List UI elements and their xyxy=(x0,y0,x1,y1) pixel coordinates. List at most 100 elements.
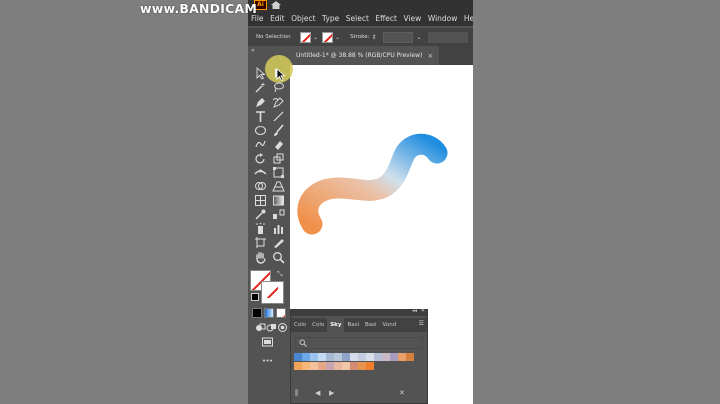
rotate-tool-icon[interactable] xyxy=(254,152,267,165)
swatch-chip[interactable] xyxy=(342,362,350,370)
swatch-chip[interactable] xyxy=(374,353,382,361)
gradient-tool-icon[interactable] xyxy=(272,194,285,207)
free-transform-tool-icon[interactable] xyxy=(272,166,285,179)
swatch-chip[interactable] xyxy=(366,353,374,361)
more-tools-icon[interactable] xyxy=(261,354,274,367)
tab-color[interactable]: Colo xyxy=(291,318,309,332)
swatch-chip[interactable] xyxy=(342,353,350,361)
swatch-chip[interactable] xyxy=(366,362,374,370)
swatch-chip[interactable] xyxy=(310,353,318,361)
stepper-icon[interactable]: ⇕ xyxy=(371,34,376,41)
next-library-icon[interactable]: ▶ xyxy=(329,389,334,397)
menu-object[interactable]: Object xyxy=(291,14,315,23)
swatch-chip[interactable] xyxy=(318,362,326,370)
blend-tool-icon[interactable] xyxy=(272,208,285,221)
ellipse-tool-icon[interactable] xyxy=(254,124,267,137)
menu-effect[interactable]: Effect xyxy=(375,14,397,23)
menu-help[interactable]: Help xyxy=(464,14,473,23)
fill-stroke-indicator: ⤡ xyxy=(250,270,284,304)
menu-type[interactable]: Type xyxy=(322,14,339,23)
draw-inside-icon[interactable] xyxy=(276,321,289,334)
swatch-chip[interactable] xyxy=(334,362,342,370)
close-icon[interactable]: ✕ xyxy=(421,308,425,314)
swap-icon[interactable]: ⤡ xyxy=(277,270,283,279)
tab-sky[interactable]: Sky xyxy=(327,318,345,332)
hand-tool-icon[interactable] xyxy=(254,251,267,264)
type-tool-icon[interactable] xyxy=(254,110,267,123)
fill-swatch[interactable] xyxy=(300,31,311,43)
control-bar-extra xyxy=(427,31,468,43)
swatch-chip[interactable] xyxy=(326,353,334,361)
collapse-panel-icon[interactable]: ◂◂ xyxy=(412,308,417,314)
swatch-chip[interactable] xyxy=(310,362,318,370)
swatch-library-icon[interactable]: ⫼ xyxy=(295,389,298,398)
shape-builder-tool-icon[interactable] xyxy=(254,180,267,193)
menu-edit[interactable]: Edit xyxy=(270,14,285,23)
swatch-chip[interactable] xyxy=(406,353,414,361)
column-graph-tool-icon[interactable] xyxy=(272,222,285,235)
gradient-mode-icon[interactable] xyxy=(264,308,274,318)
stroke-weight-field[interactable] xyxy=(383,31,414,43)
selection-tool-icon[interactable] xyxy=(254,67,267,80)
swatch-chip[interactable] xyxy=(334,353,342,361)
chevron-down-icon[interactable]: ⌄ xyxy=(335,34,340,41)
chevron-down-icon[interactable]: ⌄ xyxy=(416,34,421,41)
scale-tool-icon[interactable] xyxy=(272,152,285,165)
eraser-tool-icon[interactable] xyxy=(272,138,285,151)
close-icon[interactable]: × xyxy=(427,52,433,60)
shaper-tool-icon[interactable] xyxy=(254,138,267,151)
menu-bar: File Edit Object Type Select Effect View… xyxy=(248,11,473,26)
tab-basic-1[interactable]: Basi xyxy=(344,318,362,332)
home-icon[interactable] xyxy=(270,0,282,10)
slice-tool-icon[interactable] xyxy=(272,236,285,249)
none-mode-icon[interactable] xyxy=(276,308,286,318)
mesh-tool-icon[interactable] xyxy=(254,194,267,207)
perspective-grid-tool-icon[interactable] xyxy=(272,180,285,193)
swatch-grid xyxy=(294,353,414,371)
document-tab[interactable]: Untitled-1* @ 38.88 % (RGB/CPU Preview) … xyxy=(290,46,440,65)
swatch-chip[interactable] xyxy=(382,353,390,361)
width-tool-icon[interactable] xyxy=(254,166,267,179)
swatch-search-field[interactable] xyxy=(295,337,423,349)
stroke-swatch[interactable] xyxy=(322,31,334,43)
tab-color-guide[interactable]: Colo xyxy=(309,318,327,332)
swatch-chip[interactable] xyxy=(302,362,310,370)
magic-wand-tool-icon[interactable] xyxy=(254,81,267,94)
stroke-none-swatch[interactable] xyxy=(261,281,284,304)
swatches-panel: ◂◂ ✕ Colo Colo Sky Basi Basi Vond ☰ ⫼ ◀ … xyxy=(290,308,428,404)
swatch-chip[interactable] xyxy=(358,362,366,370)
selection-status: No Selection xyxy=(256,34,291,40)
swatch-chip[interactable] xyxy=(294,353,302,361)
default-colors-icon[interactable] xyxy=(251,293,259,301)
swatch-chip[interactable] xyxy=(294,362,302,370)
swatch-chip[interactable] xyxy=(318,353,326,361)
zoom-tool-icon[interactable] xyxy=(272,251,285,264)
menu-select[interactable]: Select xyxy=(346,14,369,23)
pen-tool-icon[interactable] xyxy=(254,96,267,109)
swatch-chip[interactable] xyxy=(350,362,358,370)
line-segment-tool-icon[interactable] xyxy=(272,110,285,123)
swatch-chip[interactable] xyxy=(302,353,310,361)
panel-menu-icon[interactable]: ☰ xyxy=(419,320,424,327)
chevron-down-icon[interactable]: ⌄ xyxy=(313,34,318,41)
artboard-tool-icon[interactable] xyxy=(254,236,267,249)
symbol-sprayer-tool-icon[interactable] xyxy=(254,222,267,235)
search-icon xyxy=(299,339,307,347)
load-swatches-icon[interactable]: ✕ xyxy=(399,389,405,397)
lasso-tool-icon[interactable] xyxy=(272,81,285,94)
screen-mode-icon[interactable] xyxy=(261,336,274,349)
tab-vond[interactable]: Vond xyxy=(380,318,400,332)
tab-basic-2[interactable]: Basi xyxy=(362,318,380,332)
curvature-tool-icon[interactable] xyxy=(272,96,285,109)
swatch-chip[interactable] xyxy=(350,353,358,361)
menu-window[interactable]: Window xyxy=(428,14,458,23)
menu-view[interactable]: View xyxy=(404,14,422,23)
eyedropper-tool-icon[interactable] xyxy=(254,208,267,221)
swatch-chip[interactable] xyxy=(326,362,334,370)
swatch-chip[interactable] xyxy=(358,353,366,361)
previous-library-icon[interactable]: ◀ xyxy=(315,389,320,397)
paintbrush-tool-icon[interactable] xyxy=(272,124,285,137)
swatch-chip[interactable] xyxy=(398,353,406,361)
color-mode-icon[interactable] xyxy=(252,308,262,318)
swatch-chip[interactable] xyxy=(390,353,398,361)
